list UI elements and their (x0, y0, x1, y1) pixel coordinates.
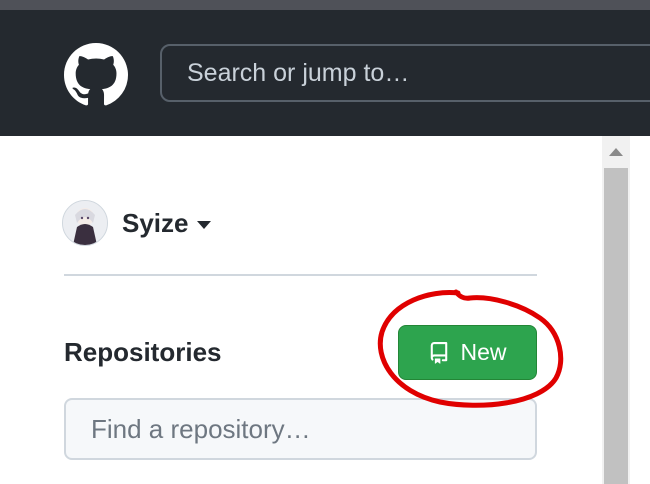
header (0, 10, 650, 136)
user-avatar (62, 200, 108, 246)
find-repository-input[interactable] (64, 398, 537, 460)
github-octocat-icon[interactable] (64, 43, 128, 107)
new-button-label: New (460, 339, 507, 365)
repositories-heading: Repositories (64, 337, 222, 367)
scrollbar-thumb[interactable] (604, 168, 628, 484)
search-input[interactable] (160, 44, 650, 102)
repo-icon (431, 341, 448, 364)
account-switcher[interactable]: Syize (62, 200, 211, 246)
scroll-up-icon[interactable] (609, 148, 623, 156)
caret-down-icon[interactable] (196, 220, 211, 229)
window-edge (630, 136, 650, 484)
page: Syize Repositories New (0, 0, 650, 484)
username[interactable]: Syize (122, 208, 189, 239)
browser-top-strip (0, 0, 650, 10)
new-repository-button[interactable]: New (398, 325, 537, 380)
dashboard-sidebar: Syize Repositories New (0, 136, 602, 484)
divider (64, 274, 537, 276)
scrollbar[interactable] (602, 136, 630, 484)
